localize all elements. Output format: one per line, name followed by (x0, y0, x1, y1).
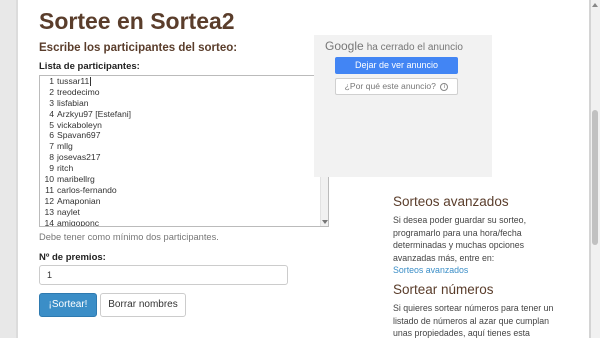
ad-closed-header: Google ha cerrado el anuncio (325, 39, 463, 53)
participant-row: 12 Amaponian (40, 196, 312, 207)
ad-closed-text: ha cerrado el anuncio (366, 42, 463, 53)
participant-line-number: 13 (44, 206, 54, 217)
prizes-input[interactable]: 1 (39, 265, 288, 285)
participant-row: 2 treodecimo (40, 87, 312, 98)
participants-label: Lista de participantes: (39, 61, 140, 72)
advanced-draws-title: Sorteos avanzados (393, 194, 509, 209)
info-icon: i (440, 82, 449, 91)
number-draws-text: Si quieres sortear números para tener un… (393, 303, 554, 338)
participant-row: 7 mllg (40, 141, 312, 152)
clear-names-button[interactable]: Borrar nombres (100, 293, 186, 317)
participant-line-number: 2 (49, 86, 54, 97)
participant-name: naylet (57, 206, 80, 217)
form-subtitle: Escribe los participantes del sorteo: (39, 42, 238, 54)
stop-seeing-ad-button[interactable]: Dejar de ver anuncio (335, 57, 458, 74)
participants-textarea[interactable]: 1 tussar11 2 treodecimo 3 lisfabian 4 Arzkyu97 … (39, 75, 329, 227)
window-scroll-thumb[interactable] (592, 110, 598, 245)
participant-line-number: 5 (49, 119, 54, 130)
participant-line-number: 11 (45, 184, 54, 195)
ad-closed-panel: Google ha cerrado el anuncio Dejar de ver… (314, 35, 492, 177)
participant-name: mllg (57, 141, 73, 152)
participant-name: maribellrg (57, 174, 95, 185)
participant-name: Arzkyu97 [Estefani] (57, 108, 132, 119)
advanced-draws-text: Si desea poder guardar su sorteo, progra… (393, 214, 558, 277)
scroll-down-arrow-icon[interactable] (322, 220, 328, 224)
participant-line-number: 4 (49, 108, 54, 119)
draw-button[interactable]: ¡Sortear! (39, 293, 97, 317)
participant-row: 5 vickaboleyn (40, 120, 312, 131)
page-container: Sortee en Sortea2 Escribe los participan… (18, 0, 589, 338)
participant-line-number: 1 (49, 76, 54, 86)
why-this-ad-label: ¿Por qué este anuncio? (344, 81, 436, 91)
advanced-draws-description: Si desea poder guardar su sorteo, progra… (393, 215, 527, 263)
participant-row: 13 naylet (40, 207, 312, 218)
participant-name: carlos-fernando (57, 184, 117, 195)
participant-line-number: 12 (44, 195, 54, 206)
participant-name: vickaboleyn (57, 119, 102, 130)
page-title: Sortee en Sortea2 (39, 8, 235, 34)
participant-line-number: 7 (49, 141, 54, 152)
participant-name: Amaponian (57, 195, 101, 206)
participant-row: 11 carlos-fernando (40, 185, 312, 196)
window-scrollbar[interactable] (591, 0, 600, 338)
participant-row: 6 Spavan697 (40, 130, 312, 141)
advanced-draws-link[interactable]: Sorteos avanzados (393, 265, 468, 275)
participant-row: 4 Arzkyu97 [Estefani] (40, 109, 312, 120)
participant-name: ritch (57, 163, 74, 174)
participant-line-number: 14 (44, 217, 54, 227)
participant-line-number: 10 (44, 174, 54, 185)
text-cursor (90, 77, 92, 87)
participant-name: tussar11 (57, 76, 90, 86)
participant-name: treodecimo (57, 86, 100, 97)
participant-name: lisfabian (57, 97, 89, 108)
participant-row: 8 josevas217 (40, 152, 312, 163)
participant-row: 10 maribellrg (40, 174, 312, 185)
participant-line-number: 9 (49, 163, 54, 174)
participant-line-number: 3 (49, 97, 54, 108)
participants-list: 1 tussar11 2 treodecimo 3 lisfabian 4 Arzkyu97 … (40, 76, 312, 227)
google-logo: Google (325, 39, 364, 53)
window-scroll-up-icon[interactable] (592, 3, 598, 7)
prizes-label: Nº de premios: (39, 252, 106, 263)
participant-name: Spavan697 (57, 130, 101, 141)
participant-row: 14 amigoponc (40, 217, 312, 227)
participant-line-number: 8 (49, 152, 54, 163)
participants-hint: Debe tener como mínimo dos participantes… (39, 232, 219, 242)
why-this-ad-button[interactable]: ¿Por qué este anuncio? i (335, 78, 458, 95)
participant-line-number: 6 (49, 130, 54, 141)
participant-name: amigoponc (57, 217, 100, 227)
number-draws-title: Sortear números (393, 282, 494, 297)
participant-name: josevas217 (57, 152, 101, 163)
participant-row: 3 lisfabian (40, 98, 312, 109)
participant-row: 1 tussar11 (40, 76, 312, 87)
participant-row: 9 ritch (40, 163, 312, 174)
